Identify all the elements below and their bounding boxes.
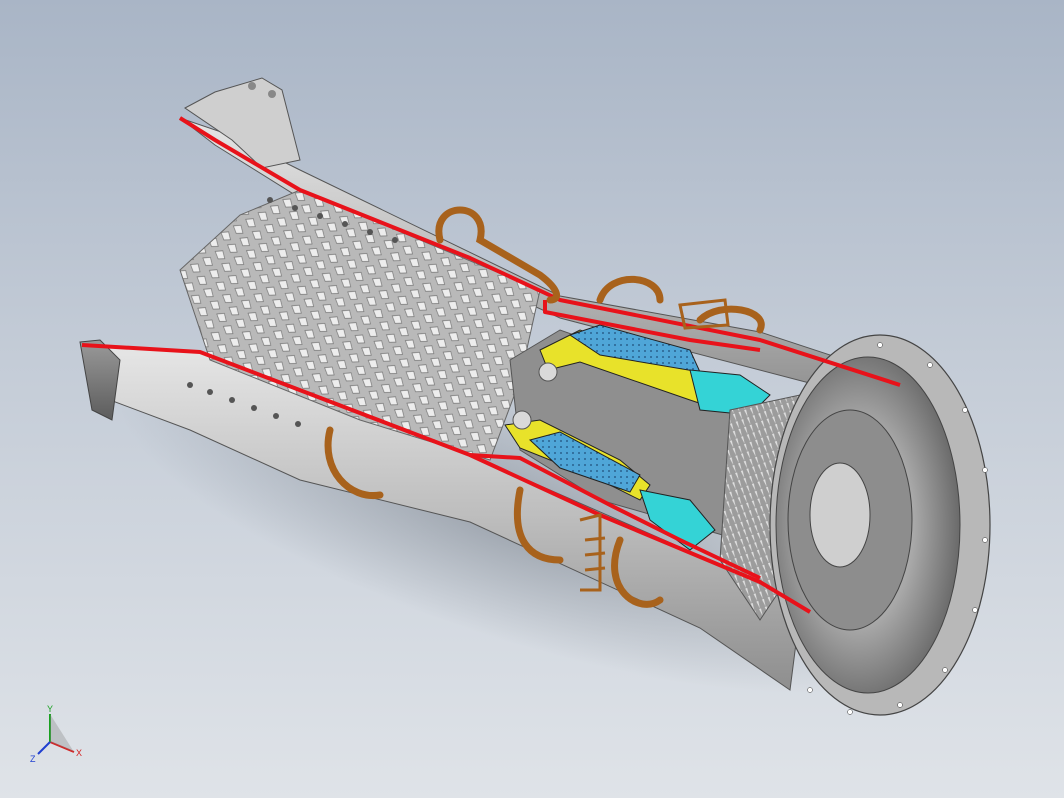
flange-bolt [268,90,276,98]
flange-bolt [248,82,256,90]
fuel-nozzle[interactable] [538,362,558,382]
triad-plane-icon [50,714,74,752]
triad-z-axis [37,741,51,755]
view-orientation-triad[interactable]: X Y Z [28,702,90,764]
exhaust-hub[interactable] [809,462,871,568]
fuel-nozzle[interactable] [512,410,532,430]
triad-y-label: Y [47,704,53,714]
graphics-viewport[interactable] [0,0,1064,798]
triad-z-label: Z [30,754,36,764]
triad-x-label: X [76,748,82,758]
